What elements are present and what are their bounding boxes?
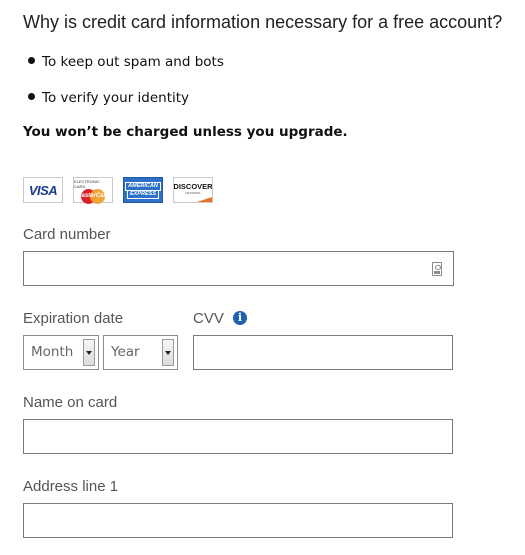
bullet-icon bbox=[28, 56, 35, 64]
discover-text: DISCOVER bbox=[173, 182, 213, 191]
name-on-card-label: Name on card bbox=[23, 394, 118, 411]
mastercard-logo: ELECTRONIC CARD MasterCard bbox=[73, 177, 113, 204]
discover-logo: DISCOVER NETWORK bbox=[173, 177, 213, 203]
address-line-1-input[interactable] bbox=[23, 503, 453, 538]
mastercard-circles: MasterCard bbox=[76, 189, 110, 204]
page-heading: Why is credit card information necessary… bbox=[23, 12, 503, 32]
month-select[interactable]: Month bbox=[23, 335, 99, 370]
contact-card-icon bbox=[432, 262, 442, 276]
card-number-input[interactable] bbox=[23, 251, 454, 286]
cvv-label: CVV bbox=[193, 310, 224, 327]
reasons-list: To keep out spam and bots To verify your… bbox=[28, 51, 224, 123]
discover-subtext: NETWORK bbox=[185, 191, 201, 195]
accepted-cards: VISA ELECTRONIC CARD MasterCard AMERICAN… bbox=[23, 177, 213, 204]
reason-text: To keep out spam and bots bbox=[42, 54, 224, 70]
no-charge-notice: You won’t be charged unless you upgrade. bbox=[23, 124, 348, 140]
amex-line1: AMERICAN bbox=[125, 181, 161, 191]
address-line-1-label: Address line 1 bbox=[23, 478, 119, 495]
expiration-date-label: Expiration date bbox=[23, 310, 124, 327]
visa-logo: VISA bbox=[23, 177, 63, 203]
info-icon[interactable]: i bbox=[233, 311, 247, 325]
bullet-icon bbox=[28, 92, 35, 100]
name-on-card-input[interactable] bbox=[23, 419, 453, 454]
chevron-down-icon[interactable] bbox=[83, 339, 95, 366]
list-item: To keep out spam and bots bbox=[28, 51, 224, 87]
amex-logo: AMERICAN EXPRESS bbox=[123, 177, 163, 203]
mastercard-top-text: ELECTRONIC CARD bbox=[74, 179, 100, 189]
card-number-label: Card number bbox=[23, 226, 111, 243]
chevron-down-icon[interactable] bbox=[162, 339, 174, 366]
visa-text: VISA bbox=[28, 182, 58, 198]
discover-orange-band bbox=[174, 197, 212, 202]
amex-line2: EXPRESS bbox=[127, 190, 159, 199]
year-select[interactable]: Year bbox=[103, 335, 178, 370]
reason-text: To verify your identity bbox=[42, 90, 190, 106]
cvv-input[interactable] bbox=[193, 335, 453, 370]
mastercard-text: MasterCard bbox=[76, 193, 110, 199]
list-item: To verify your identity bbox=[28, 87, 224, 123]
month-selected-value: Month bbox=[31, 344, 74, 360]
year-selected-value: Year bbox=[111, 344, 140, 360]
